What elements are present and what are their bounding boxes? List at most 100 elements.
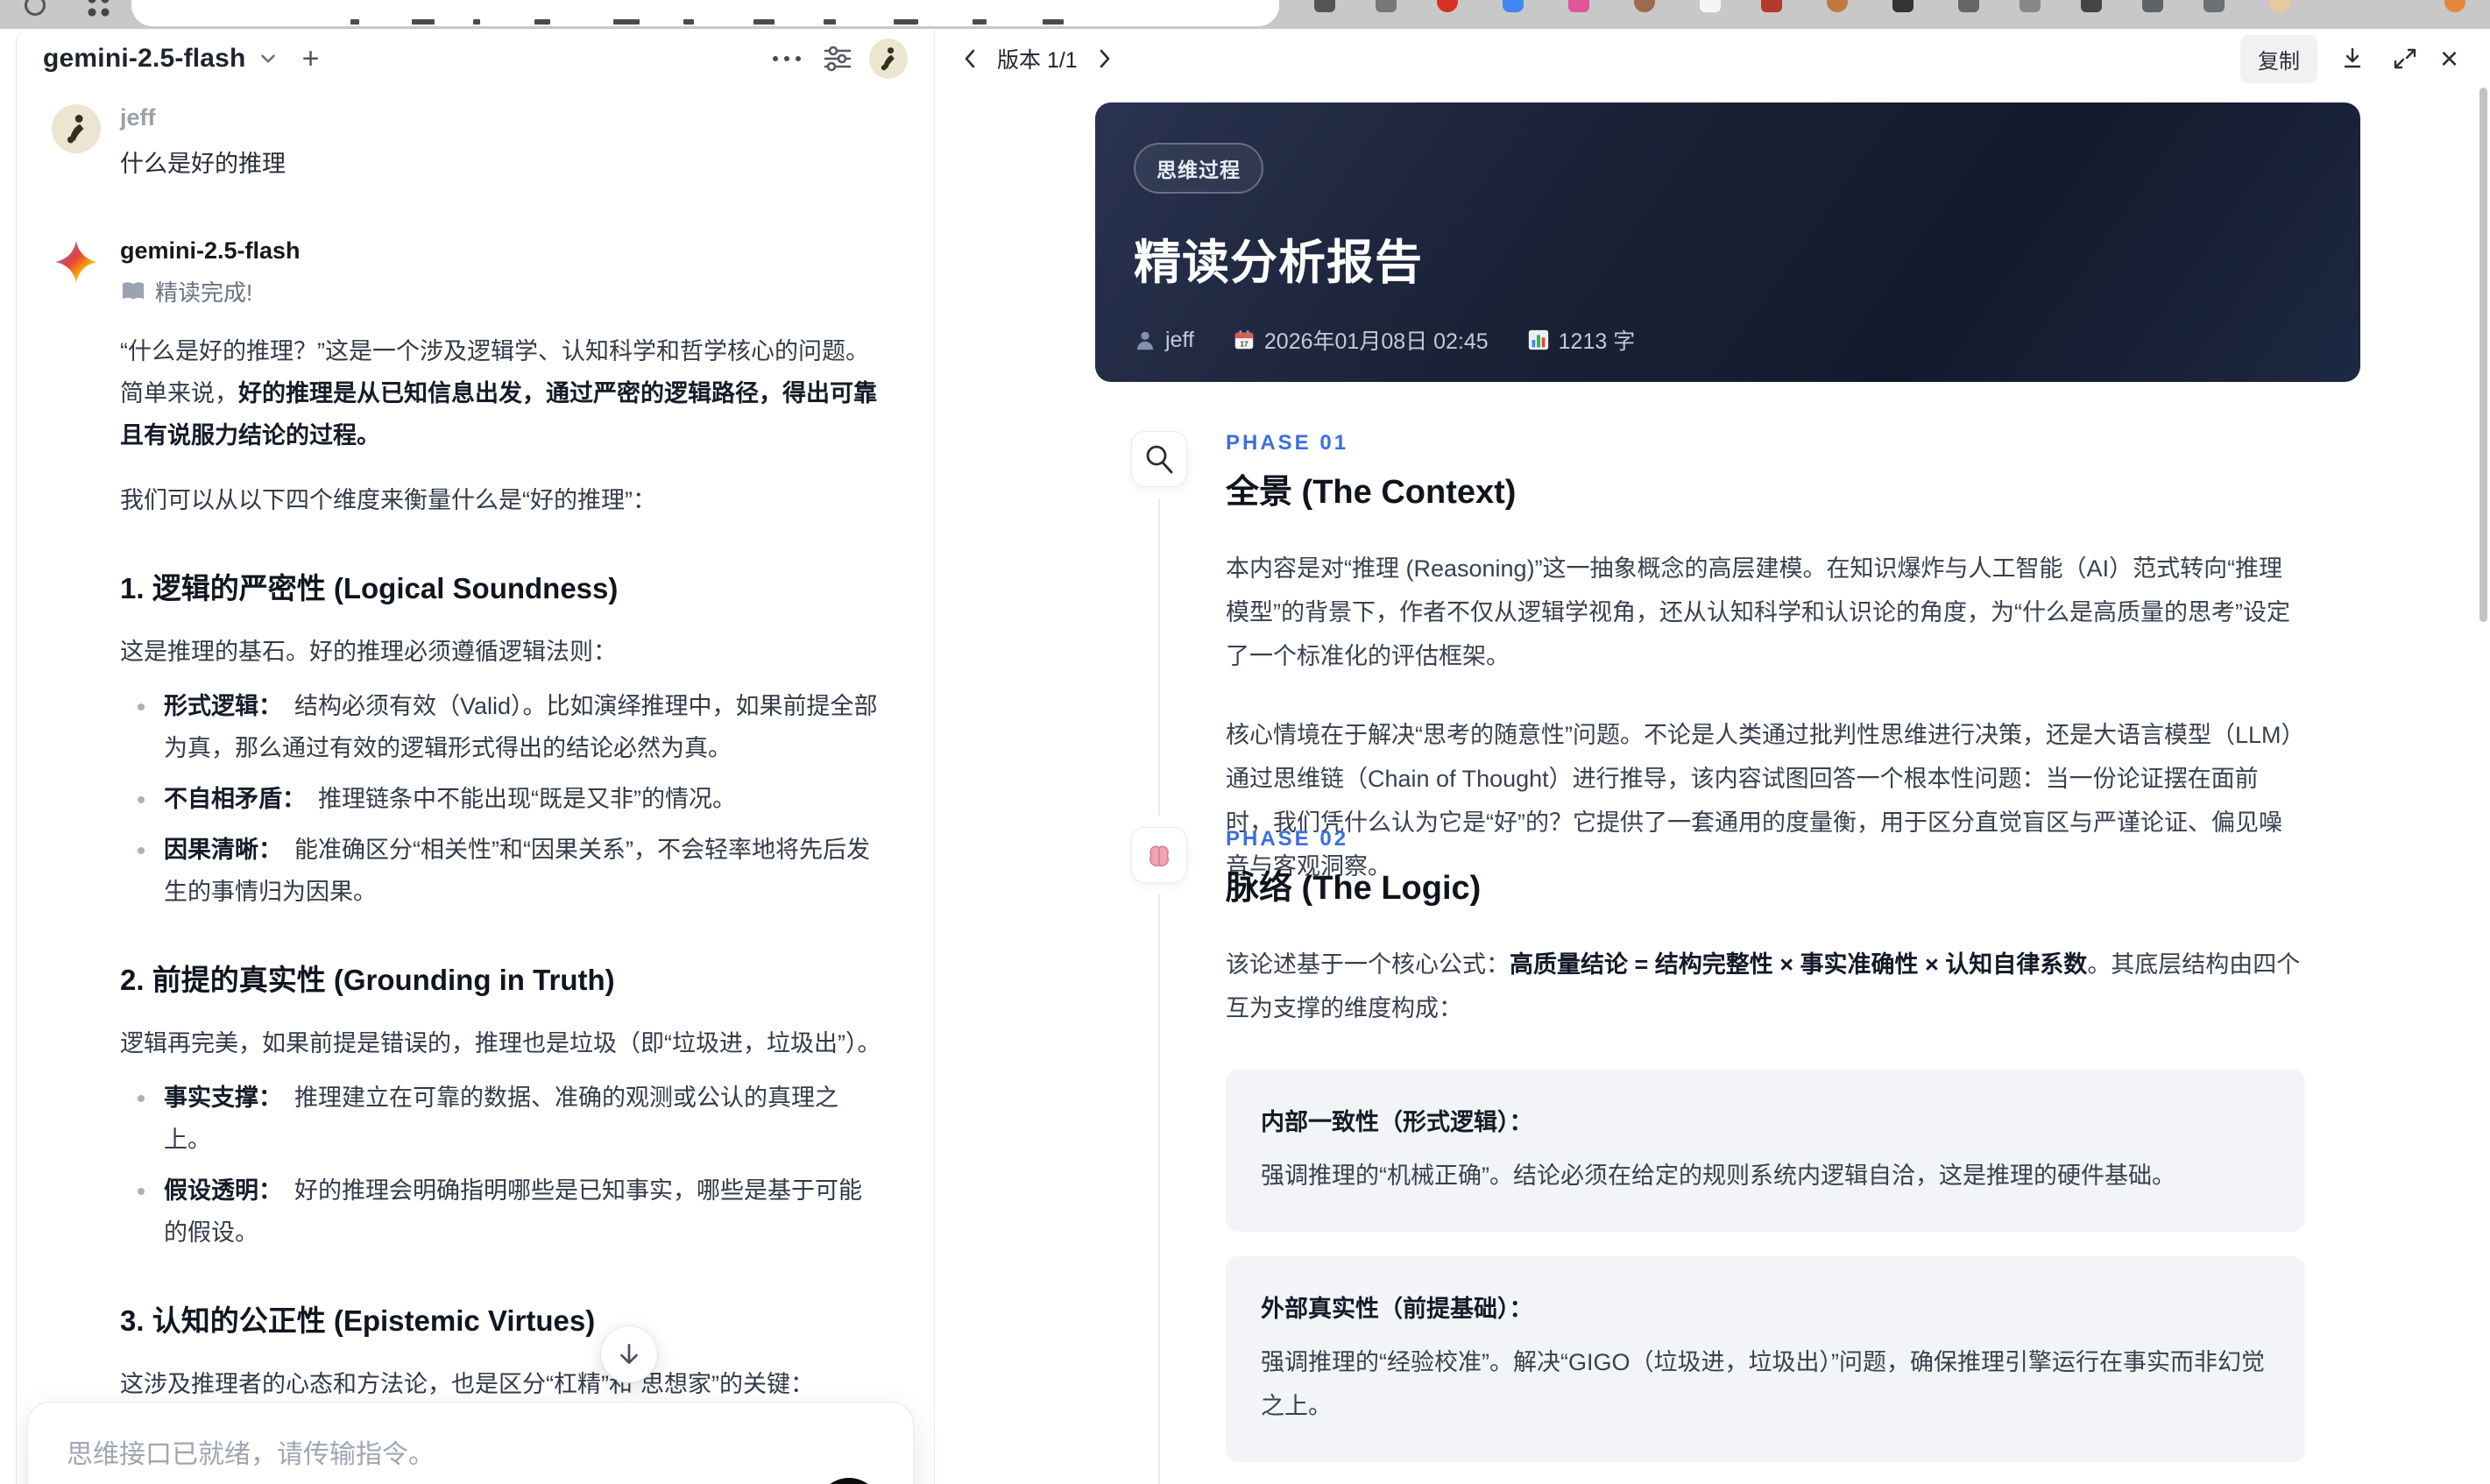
assistant-markdown: “什么是好的推理？”这是一个涉及逻辑学、认知科学和哲学核心的问题。简单来说，好的… xyxy=(120,330,885,1484)
meta-date: 17 2026年01月08日 02:45 xyxy=(1233,324,1489,356)
voice-input-button[interactable] xyxy=(817,1478,881,1484)
phase-section-2: PHASE 02 脉络 (The Logic) 该论述基于一个核心公式：高质量结… xyxy=(1131,827,2355,1484)
assistant-message: gemini-2.5-flash 精读完成! “什么是好的推理？”这是一个涉及逻… xyxy=(52,237,885,1484)
chevron-down-icon[interactable] xyxy=(257,47,279,70)
meta-author: jeff xyxy=(1134,328,1194,353)
version-navigator: 版本 1/1 xyxy=(957,43,1118,74)
browser-reload-icon[interactable] xyxy=(25,0,46,16)
section-title: 1. 逻辑的严密性 (Logical Soundness) xyxy=(120,572,619,605)
extension-icon[interactable] xyxy=(1827,0,1848,12)
report-hero-card: 思维过程 精读分析报告 jeff 17 2026年01月08日 02:45 12… xyxy=(1095,102,2360,382)
close-icon[interactable]: × xyxy=(2440,43,2458,74)
meta-wordcount: 1213 字 xyxy=(1527,324,1635,356)
more-options-icon[interactable] xyxy=(768,39,806,78)
version-label: 版本 1/1 xyxy=(997,48,1078,73)
extension-icon[interactable] xyxy=(2204,0,2225,12)
avatar-image xyxy=(869,39,908,79)
extension-icon[interactable] xyxy=(2081,0,2102,12)
message-author: jeff xyxy=(120,104,156,131)
intro-paragraph: “什么是好的推理？”这是一个涉及逻辑学、认知科学和哲学核心的问题。简单来说，好的… xyxy=(120,338,877,449)
user-avatar xyxy=(52,104,101,153)
chevron-left-icon[interactable] xyxy=(957,46,983,72)
address-text-fragment xyxy=(412,19,435,25)
hero-badge: 思维过程 xyxy=(1134,143,1263,194)
book-icon xyxy=(120,280,146,303)
address-text-fragment xyxy=(350,19,359,25)
extension-icon[interactable] xyxy=(2020,0,2041,12)
message-list: jeff 什么是好的推理 gemini-2.5-flash 精读完成! “什么是… xyxy=(17,88,934,1484)
extension-icon[interactable] xyxy=(1634,0,1655,12)
scrollbar-thumb[interactable] xyxy=(2479,88,2487,622)
message-text: 什么是好的推理 xyxy=(120,151,286,177)
extension-icon[interactable] xyxy=(1503,0,1524,12)
artifact-document: 思维过程 精读分析报告 jeff 17 2026年01月08日 02:45 12… xyxy=(936,88,2478,1484)
browser-tab-grid-icon[interactable] xyxy=(88,0,110,18)
scroll-to-bottom-button[interactable] xyxy=(601,1326,657,1382)
user-avatar[interactable] xyxy=(869,39,908,79)
chat-header: gemini-2.5-flash + xyxy=(17,29,934,88)
extension-icon[interactable] xyxy=(1568,0,1589,12)
calendar-icon: 17 xyxy=(1233,329,1256,351)
section-title: 3. 认知的公正性 (Epistemic Virtues) xyxy=(120,1304,596,1338)
section-lead: 这是推理的基石。好的推理必须遵循逻辑法则： xyxy=(120,639,617,666)
phase-label: PHASE 02 xyxy=(1226,827,1349,851)
gemini-star-icon xyxy=(52,237,101,286)
list-item: 形式逻辑： 结构必须有效（Valid）。比如演绎推理中，如果前提全部为真，那么通过… xyxy=(127,685,885,769)
extension-icon[interactable] xyxy=(1700,0,1721,12)
bar-chart-icon xyxy=(1527,329,1550,351)
address-text-fragment xyxy=(1043,19,1064,25)
download-icon[interactable] xyxy=(2335,41,2370,76)
screen: { "colors": { "accent_blue": "#3b6fe0", … xyxy=(0,0,2490,1484)
extension-icon[interactable] xyxy=(1892,0,1913,12)
dimension-cards: 内部一致性（形式逻辑）： 强调推理的“机械正确”。结论必须在给定的规则系统内逻辑… xyxy=(1226,1069,2305,1484)
lead-paragraph: 我们可以从以下四个维度来衡量什么是“好的推理”： xyxy=(120,487,656,514)
address-text-fragment xyxy=(753,19,775,25)
dimension-card: 外部真实性（前提基础）： 强调推理的“经验校准”。解决“GIGO（垃圾进，垃圾出… xyxy=(1226,1255,2305,1462)
extension-strip xyxy=(1314,0,2488,23)
extension-icon[interactable] xyxy=(2142,0,2163,12)
card-title: 内部一致性（形式逻辑）： xyxy=(1261,1108,1533,1135)
phase-title: 全景 (The Context) xyxy=(1226,474,1517,511)
report-title: 精读分析报告 xyxy=(1134,237,1423,289)
list-item: 事实支撑： 推理建立在可靠的数据、准确的观测或公认的真理之上。 xyxy=(127,1077,885,1161)
extension-icon[interactable] xyxy=(1314,0,1335,12)
brain-icon xyxy=(1131,827,1187,883)
artifact-header: 版本 1/1 复制 × xyxy=(936,29,2478,88)
card-desc: 强调推理的“经验校准”。解决“GIGO（垃圾进，垃圾出）”问题，确保推理引擎运行… xyxy=(1261,1348,2265,1419)
phase-intro: 该论述基于一个核心公式：高质量结论 = 结构完整性 × 事实准确性 × 认知自律… xyxy=(1226,951,2301,1021)
extension-icon[interactable] xyxy=(1958,0,1979,12)
address-text-fragment xyxy=(894,19,918,25)
address-text-fragment xyxy=(613,19,640,25)
browser-toolbar xyxy=(0,0,2490,29)
artifact-actions: 复制 × xyxy=(2239,34,2458,83)
extension-icon[interactable] xyxy=(1437,0,1458,12)
chat-panel: gemini-2.5-flash + jeff 什么是好的推理 gemini-2… xyxy=(17,29,935,1484)
settings-sliders-icon[interactable] xyxy=(818,39,857,78)
person-icon xyxy=(1134,329,1157,351)
model-selector[interactable]: gemini-2.5-flash xyxy=(43,44,246,74)
status-text: 精读完成! xyxy=(155,279,253,307)
card-title: 外部真实性（前提基础）： xyxy=(1261,1295,1533,1322)
extension-icon[interactable] xyxy=(1376,0,1397,12)
section-lead: 这涉及推理者的心态和方法论，也是区分“杠精”和“思想家”的关键： xyxy=(120,1371,814,1398)
chevron-right-icon[interactable] xyxy=(1092,46,1118,72)
section-lead: 逻辑再完美，如果前提是错误的，推理也是垃圾（即“垃圾进，垃圾出”）。 xyxy=(120,1030,881,1057)
address-bar[interactable] xyxy=(131,0,1279,26)
composer-placeholder[interactable]: 思维接口已就绪，请传输指令。 xyxy=(67,1432,878,1471)
list-item: 因果清晰： 能准确区分“相关性”和“因果关系”，不会轻率地将先后发生的事情归为因果… xyxy=(127,829,885,913)
expand-fullscreen-icon[interactable] xyxy=(2387,41,2423,76)
extension-icon[interactable] xyxy=(1761,0,1782,12)
composer[interactable]: 思维接口已就绪，请传输指令。 + xyxy=(27,1402,914,1484)
extension-icon[interactable] xyxy=(2444,0,2465,12)
new-chat-button[interactable]: + xyxy=(302,44,320,74)
status-line: 精读完成! xyxy=(120,275,885,307)
card-desc: 强调推理的“机械正确”。结论必须在给定的规则系统内逻辑自洽，这是推理的硬件基础。 xyxy=(1261,1162,2175,1189)
phase-paragraph: 本内容是对“推理 (Reasoning)”这一抽象概念的高层建模。在知识爆炸与人… xyxy=(1226,555,2290,669)
app-window: gemini-2.5-flash + jeff 什么是好的推理 gemini-2… xyxy=(16,29,2478,1484)
phase-section-1: PHASE 01 全景 (The Context) 本内容是对“推理 (Reas… xyxy=(1131,431,2355,889)
browser-profile-avatar[interactable] xyxy=(2269,0,2290,12)
bullet-list: 事实支撑： 推理建立在可靠的数据、准确的观测或公认的真理之上。 假设透明： 好的推理… xyxy=(127,1077,885,1254)
copy-button[interactable]: 复制 xyxy=(2239,34,2317,83)
address-text-fragment xyxy=(683,19,694,25)
list-item: 假设透明： 好的推理会明确指明哪些是已知事实，哪些是基于可能的假设。 xyxy=(127,1170,885,1254)
